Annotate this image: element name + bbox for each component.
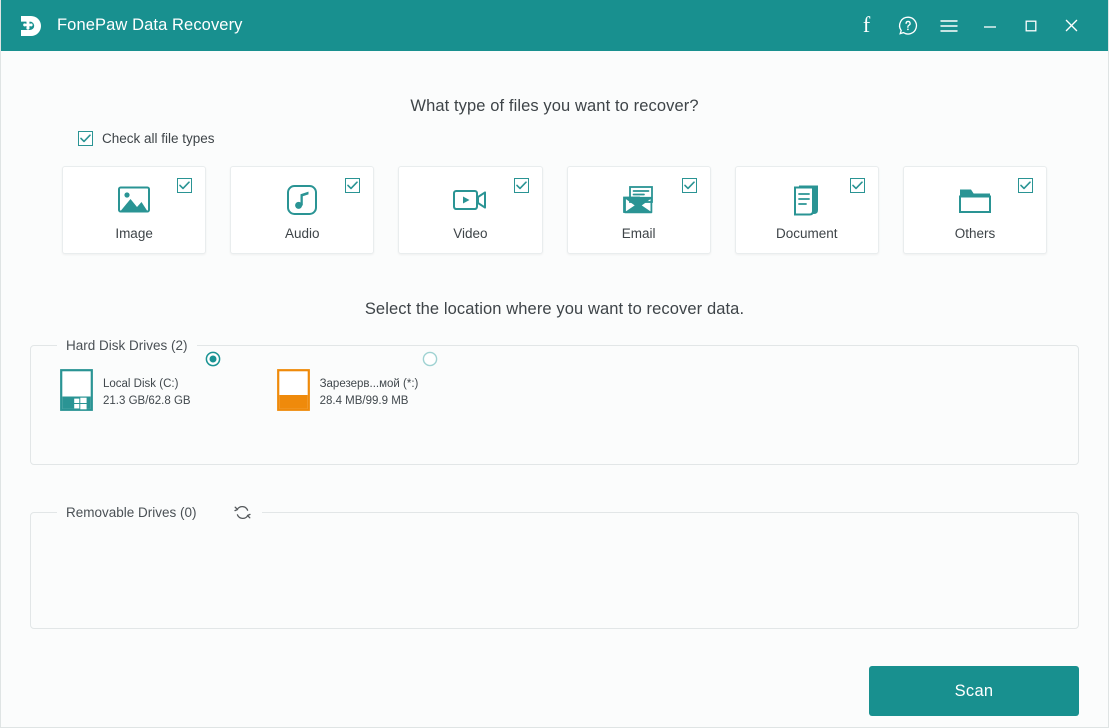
scan-button[interactable]: Scan: [869, 666, 1079, 716]
filetypes-heading: What type of files you want to recover?: [410, 97, 699, 115]
drive-name: Зарезерв...мой (*:): [319, 378, 419, 390]
hard-disk-drives-group: Hard Disk Drives (2) Local Disk (C:) 21.…: [30, 338, 1079, 465]
email-icon: [622, 180, 656, 220]
check-all-checkbox[interactable]: [78, 131, 93, 146]
video-icon: [452, 180, 488, 220]
app-logo-icon: [15, 11, 45, 41]
drive-icon: [276, 369, 310, 416]
audio-icon: [286, 180, 318, 220]
folder-icon: [958, 180, 992, 220]
removable-drives-group: Removable Drives (0): [30, 502, 1079, 629]
removable-drive-list: [31, 522, 1078, 538]
facebook-f-icon: f: [862, 11, 871, 37]
drive-radio-unselected[interactable]: [422, 351, 438, 372]
file-type-label: Document: [776, 225, 838, 241]
fonepaw-data-recovery-window: FonePaw Data Recovery f What type of fil…: [0, 0, 1109, 728]
file-type-card-image[interactable]: Image: [62, 166, 207, 254]
removable-drives-legend: Removable Drives (0): [57, 502, 262, 522]
facebook-button[interactable]: f: [846, 6, 887, 46]
others-checkbox[interactable]: [1018, 178, 1034, 193]
check-all-file-types-row[interactable]: Check all file types: [78, 131, 215, 146]
file-type-card-document[interactable]: Document: [734, 166, 879, 254]
file-type-card-audio[interactable]: Audio: [230, 166, 375, 254]
hard-disk-drives-legend: Hard Disk Drives (2): [57, 338, 197, 353]
close-button[interactable]: [1051, 6, 1092, 46]
checkmark-icon: [683, 181, 695, 190]
document-icon: [792, 180, 822, 220]
file-type-card-video[interactable]: Video: [398, 166, 543, 254]
checkmark-icon: [515, 181, 527, 190]
file-type-card-email[interactable]: Email: [566, 166, 711, 254]
minimize-icon: [983, 25, 996, 28]
email-checkbox[interactable]: [681, 178, 697, 193]
location-heading: Select the location where you want to re…: [364, 300, 745, 318]
refresh-button[interactable]: [233, 502, 253, 522]
menu-button[interactable]: [928, 6, 969, 46]
drive-item-local-disk-c[interactable]: Local Disk (C:) 21.3 GB/62.8 GB: [60, 351, 221, 416]
checkmark-icon: [852, 181, 863, 190]
video-checkbox[interactable]: [513, 178, 529, 193]
titlebar: FonePaw Data Recovery f: [1, 0, 1108, 51]
app-title: FonePaw Data Recovery: [57, 16, 243, 34]
file-type-card-others[interactable]: Others: [902, 166, 1048, 254]
checkmark-icon: [80, 134, 91, 143]
minimize-button[interactable]: [969, 6, 1010, 46]
file-type-label: Video: [453, 225, 488, 241]
maximize-button[interactable]: [1010, 6, 1051, 46]
maximize-icon: [1025, 20, 1036, 31]
file-type-label: Email: [621, 225, 656, 241]
file-type-label: Image: [115, 225, 153, 241]
help-question-bubble-icon: [898, 16, 917, 35]
hamburger-menu-icon: [939, 19, 958, 32]
checkmark-icon: [179, 181, 190, 190]
footer: Scan: [30, 666, 1079, 716]
drive-size: 21.3 GB/62.8 GB: [103, 395, 191, 407]
drive-item-reserved[interactable]: Зарезерв...мой (*:) 28.4 MB/99.9 MB: [276, 351, 437, 416]
checkmark-icon: [1020, 181, 1031, 190]
drive-info: Local Disk (C:) 21.3 GB/62.8 GB: [103, 378, 191, 407]
hard-disk-drive-list: Local Disk (C:) 21.3 GB/62.8 GB Зарезерв…: [31, 351, 1078, 416]
check-all-label: Check all file types: [102, 131, 215, 146]
audio-checkbox[interactable]: [345, 178, 361, 193]
image-checkbox[interactable]: [177, 178, 193, 193]
removable-drives-legend-text: Removable Drives (0): [66, 504, 197, 520]
drive-size: 28.4 MB/99.9 MB: [319, 395, 409, 407]
hard-disk-drives-legend-text: Hard Disk Drives (2): [66, 338, 188, 353]
titlebar-controls: f: [846, 6, 1092, 46]
image-icon: [117, 180, 151, 220]
drive-name: Local Disk (C:): [103, 378, 179, 390]
file-type-label: Audio: [284, 225, 320, 241]
file-type-card-list: Image Audio Video Email Document Others: [30, 166, 1079, 254]
main-content: What type of files you want to recover? …: [1, 51, 1108, 727]
file-type-label: Others: [954, 225, 996, 241]
close-icon: [1065, 19, 1078, 32]
windows-system-drive-icon: [60, 369, 93, 416]
drive-info: Зарезерв...мой (*:) 28.4 MB/99.9 MB: [320, 378, 419, 407]
checkmark-icon: [347, 181, 359, 190]
refresh-icon: [234, 505, 251, 519]
help-button[interactable]: [887, 6, 928, 46]
drive-radio-selected[interactable]: [205, 351, 221, 372]
document-checkbox[interactable]: [849, 178, 865, 193]
